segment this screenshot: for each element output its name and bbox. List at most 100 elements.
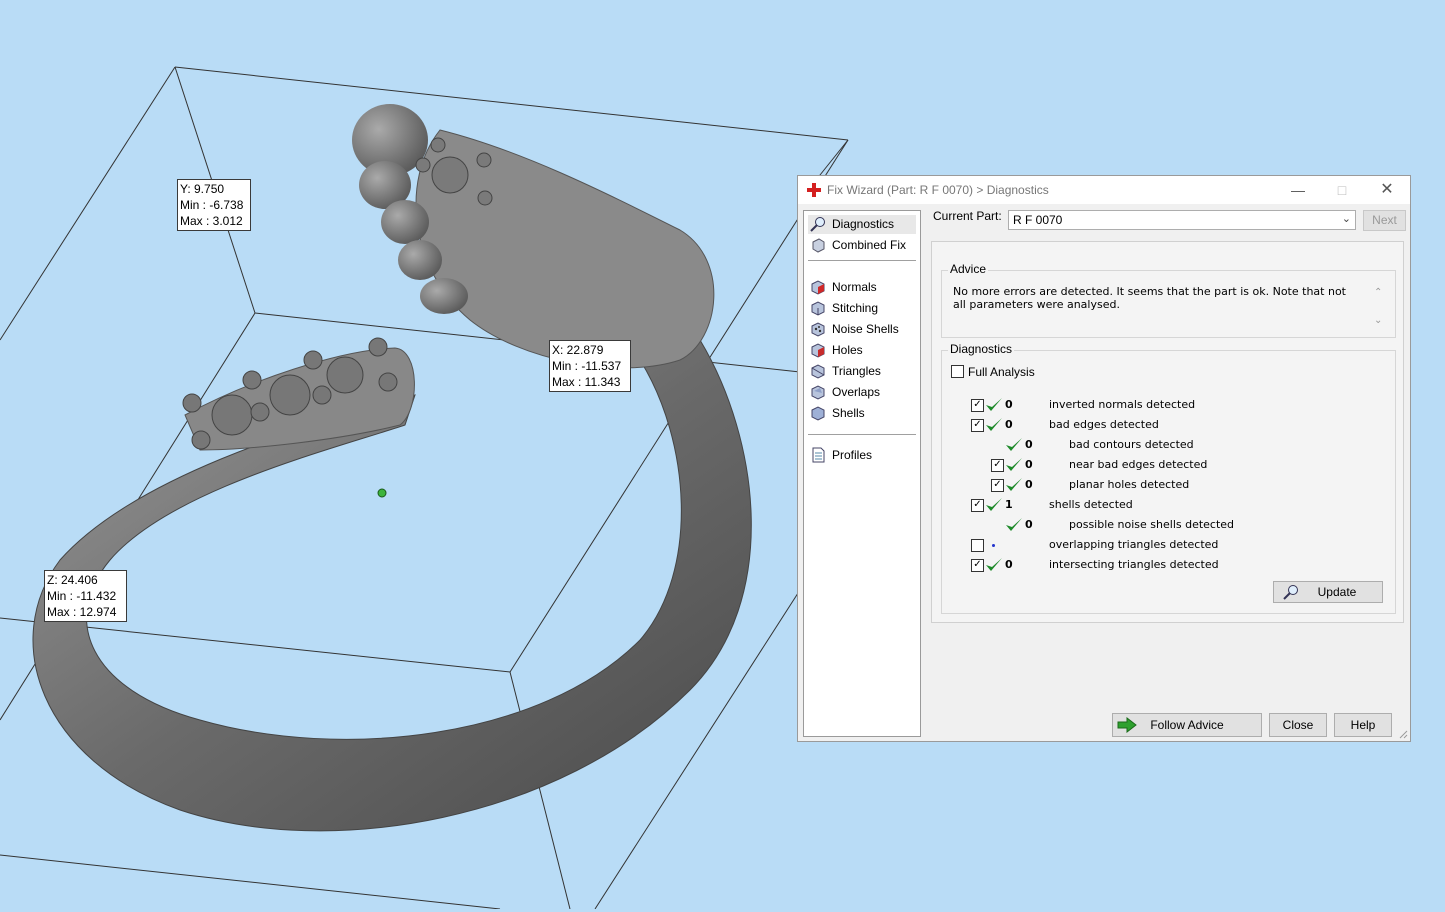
diagnostics-panel: Advice No more errors are detected. It s… — [931, 241, 1404, 623]
nav-label: Shells — [832, 406, 865, 420]
update-button[interactable]: Update — [1273, 581, 1383, 603]
diagnostic-row: ✓ 0 bad edges detected — [942, 416, 1382, 434]
diagnostic-checkbox[interactable]: ✓ — [971, 399, 984, 412]
z-readout: Z: 24.406 Min : -11.432 Max : 12.974 — [44, 570, 127, 622]
diagnostic-checkbox[interactable]: ✓ — [971, 559, 984, 572]
current-part-label: Current Part: — [933, 209, 1002, 223]
help-button[interactable]: Help — [1334, 713, 1392, 737]
nav-label: Noise Shells — [832, 322, 899, 336]
diagnostic-label: near bad edges detected — [1069, 458, 1208, 471]
diagnostic-row: 0 possible noise shells detected — [942, 516, 1382, 534]
diagnostics-legend: Diagnostics — [948, 342, 1015, 356]
resize-grip-icon[interactable] — [1398, 729, 1408, 739]
triangles-cube-icon — [811, 364, 825, 379]
y-readout-max: Max : 3.012 — [180, 214, 243, 228]
nav-item-overlaps[interactable]: Overlaps — [808, 383, 916, 402]
scroll-down-icon[interactable]: ⌄ — [1374, 315, 1382, 326]
check-mark-icon — [1005, 437, 1023, 453]
diagnostic-checkbox[interactable]: ✓ — [971, 419, 984, 432]
minimize-button[interactable]: — — [1276, 178, 1320, 202]
diagnostic-count: 0 — [1005, 558, 1013, 571]
close-button[interactable]: Close — [1269, 713, 1327, 737]
check-mark-icon — [985, 557, 1003, 573]
nav-divider — [808, 434, 916, 435]
y-readout: Y: 9.750 Min : -6.738 Max : 3.012 — [177, 179, 251, 231]
window-close-button[interactable]: ✕ — [1365, 178, 1409, 202]
nav-item-shells[interactable]: Shells — [808, 404, 916, 423]
nav-label: Diagnostics — [832, 217, 895, 231]
diagnostics-group: Diagnostics Full Analysis ✓ 0 inverted nor… — [941, 342, 1396, 614]
full-analysis-label: Full Analysis — [968, 365, 1035, 379]
nav-item-holes[interactable]: Holes — [808, 341, 916, 360]
diagnostic-count: 0 — [1005, 398, 1013, 411]
overlaps-cube-icon — [811, 385, 825, 400]
z-readout-min: Min : -11.432 — [47, 589, 117, 603]
diagnostic-row: ✓ 0 inverted normals detected — [942, 396, 1382, 414]
arrow-right-icon — [1117, 717, 1137, 733]
nav-item-triangles[interactable]: Triangles — [808, 362, 916, 381]
current-part-value: R F 0070 — [1013, 213, 1063, 227]
diagnostic-checkbox[interactable]: ✓ — [991, 479, 1004, 492]
nav-label: Holes — [832, 343, 863, 357]
nav-label: Triangles — [832, 364, 881, 378]
diagnostic-row: ✓ 0 planar holes detected — [942, 476, 1382, 494]
dialog-titlebar[interactable]: Fix Wizard (Part: R F 0070) > Diagnostic… — [798, 176, 1410, 204]
diagnostic-count: 1 — [1005, 498, 1013, 511]
diagnostic-row: 0 bad contours detected — [942, 436, 1382, 454]
diagnostic-checkbox[interactable] — [971, 539, 984, 552]
z-readout-value: Z: 24.406 — [47, 573, 98, 587]
normals-cube-icon — [811, 280, 825, 295]
document-icon — [812, 447, 825, 463]
nav-item-profiles[interactable]: Profiles — [808, 446, 916, 465]
red-cross-icon — [807, 183, 821, 197]
follow-advice-label: Follow Advice — [1150, 718, 1224, 732]
advice-legend: Advice — [948, 262, 989, 276]
diagnostic-row: overlapping triangles detected — [942, 536, 1382, 554]
shells-cube-icon — [811, 406, 825, 421]
diagnostic-count: 0 — [1025, 518, 1033, 531]
diagnostic-label: shells detected — [1049, 498, 1133, 511]
nav-label: Overlaps — [832, 385, 881, 399]
diagnostic-label: bad edges detected — [1049, 418, 1159, 431]
x-readout-max: Max : 11.343 — [552, 375, 621, 389]
nav-item-diagnostics[interactable]: Diagnostics — [808, 215, 916, 234]
pending-dot-icon — [992, 544, 995, 547]
full-analysis-checkbox[interactable] — [951, 365, 964, 378]
nav-item-normals[interactable]: Normals — [808, 278, 916, 297]
x-readout: X: 22.879 Min : -11.537 Max : 11.343 — [549, 340, 631, 392]
cube-icon — [812, 238, 825, 253]
y-readout-value: Y: 9.750 — [180, 182, 225, 196]
diagnostic-label: possible noise shells detected — [1069, 518, 1235, 531]
check-mark-icon — [1005, 517, 1023, 533]
nav-item-stitching[interactable]: Stitching — [808, 299, 916, 318]
diagnostic-checkbox[interactable]: ✓ — [971, 499, 984, 512]
nav-item-noise-shells[interactable]: Noise Shells — [808, 320, 916, 339]
next-button[interactable]: Next — [1363, 210, 1406, 231]
chevron-down-icon: ⌄ — [1341, 213, 1351, 225]
current-part-select[interactable]: R F 0070 ⌄ — [1008, 210, 1356, 230]
check-mark-icon — [985, 497, 1003, 513]
scroll-up-icon[interactable]: ⌃ — [1374, 287, 1382, 298]
diagnostic-label: intersecting triangles detected — [1049, 558, 1219, 571]
advice-text: No more errors are detected. It seems th… — [953, 285, 1346, 311]
x-readout-min: Min : -11.537 — [552, 359, 622, 373]
check-mark-icon — [985, 397, 1003, 413]
maximize-button[interactable]: □ — [1320, 178, 1364, 202]
holes-cube-icon — [811, 343, 825, 358]
follow-advice-button[interactable]: Follow Advice — [1112, 713, 1262, 737]
pivot-point — [377, 488, 387, 498]
y-readout-min: Min : -6.738 — [180, 198, 244, 212]
diagnostic-label: planar holes detected — [1069, 478, 1190, 491]
diagnostic-checkbox[interactable]: ✓ — [991, 459, 1004, 472]
nav-item-combined-fix[interactable]: Combined Fix — [808, 236, 916, 255]
diagnostic-count: 0 — [1005, 418, 1013, 431]
diagnostic-row: ✓ 1 shells detected — [942, 496, 1382, 514]
check-mark-icon — [1005, 477, 1023, 493]
diagnostic-count: 0 — [1025, 458, 1033, 471]
wizard-nav: Diagnostics Combined Fix Normals Stitchi… — [803, 210, 921, 737]
dialog-title: Fix Wizard (Part: R F 0070) > Diagnostic… — [827, 183, 1049, 197]
diagnostic-row: ✓ 0 near bad edges detected — [942, 456, 1382, 474]
diagnostic-label: overlapping triangles detected — [1049, 538, 1219, 551]
nav-label: Combined Fix — [832, 238, 907, 252]
nav-label: Profiles — [832, 448, 873, 462]
